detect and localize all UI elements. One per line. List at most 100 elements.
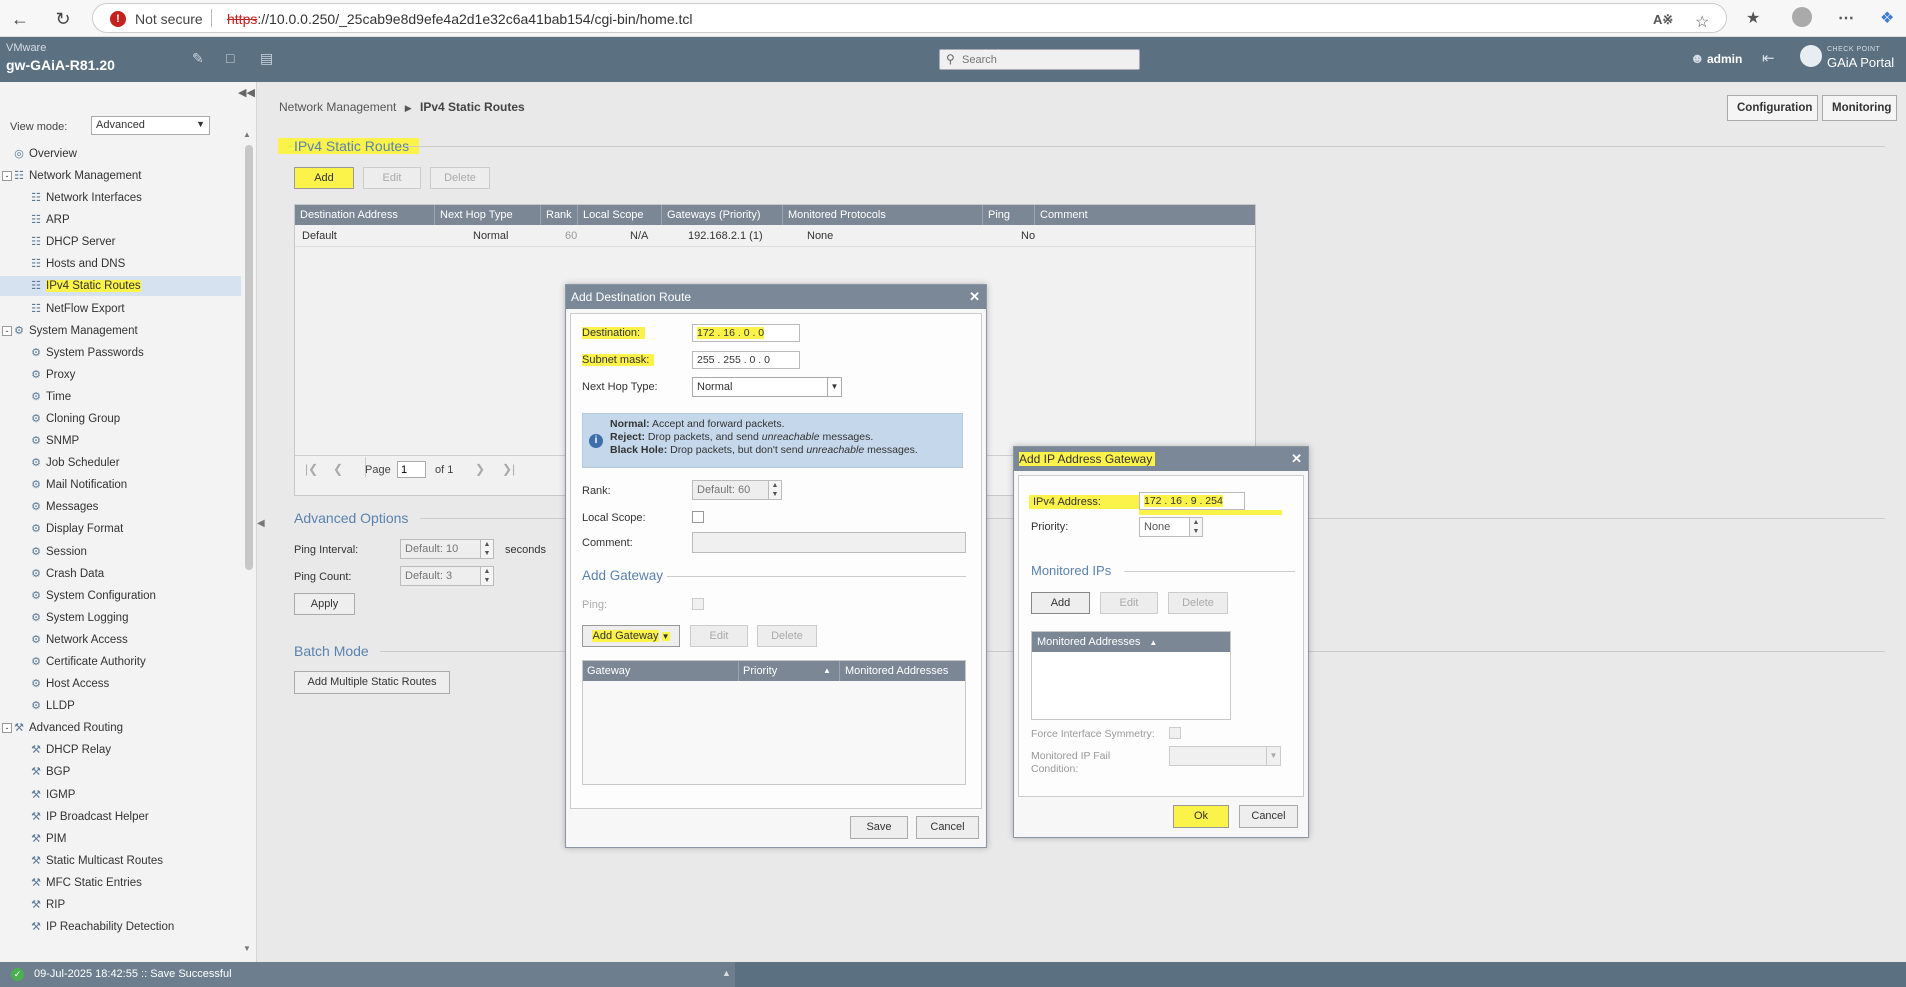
- status-panel[interactable]: ✓ 09-Jul-2025 18:42:55 :: Save Successfu…: [0, 962, 735, 987]
- sidebar-item-display-format[interactable]: ⚙ Display Format: [0, 519, 241, 539]
- add-gateway-button[interactable]: Add Gateway ▼: [582, 625, 680, 647]
- table-row[interactable]: Default Normal 60 N/A 192.168.2.1 (1) No…: [295, 225, 1255, 247]
- sidebar-item-pim[interactable]: ⚒ PIM: [0, 829, 241, 849]
- destination-ip-input[interactable]: 172 . 16 . 0 . 0: [692, 324, 800, 342]
- col-gateway[interactable]: Gateway: [587, 661, 630, 681]
- close-icon[interactable]: ✕: [969, 285, 980, 309]
- comment-input[interactable]: [692, 532, 966, 553]
- favorite-star-icon[interactable]: ☆: [1695, 12, 1709, 32]
- sidebar-item-arp[interactable]: ☷ ARP: [0, 210, 241, 230]
- delete-gateway-button[interactable]: Delete: [757, 625, 817, 647]
- sidebar-item-cloning-group[interactable]: ⚙ Cloning Group: [0, 409, 241, 429]
- sidebar-item-mail-notification[interactable]: ⚙ Mail Notification: [0, 475, 241, 495]
- col-monitored-protocols[interactable]: Monitored Protocols: [783, 205, 983, 225]
- local-scope-checkbox[interactable]: [692, 511, 704, 523]
- sidebar-item-ipv4-static-routes[interactable]: ☷ IPv4 Static Routes: [0, 276, 241, 297]
- apply-button[interactable]: Apply: [294, 593, 355, 615]
- sidebar-item-proxy[interactable]: ⚙ Proxy: [0, 365, 241, 385]
- sidebar-item-certificate-authority[interactable]: ⚙ Certificate Authority: [0, 652, 241, 672]
- sidebar-item-time[interactable]: ⚙ Time: [0, 387, 241, 407]
- save-button[interactable]: Save: [850, 816, 908, 839]
- view-mode-select[interactable]: Advanced ▼: [91, 116, 210, 135]
- sidebar-item-ip-broadcast-helper[interactable]: ⚒ IP Broadcast Helper: [0, 807, 241, 827]
- sidebar-item-network-access[interactable]: ⚙ Network Access: [0, 630, 241, 650]
- sidebar-item-system-passwords[interactable]: ⚙ System Passwords: [0, 343, 241, 363]
- col-gateways[interactable]: Gateways (Priority): [662, 205, 783, 225]
- next-page-icon[interactable]: ❯: [475, 462, 485, 476]
- priority-spinner[interactable]: ▲ ▼: [1189, 517, 1203, 537]
- sidebar-item-dhcp-server[interactable]: ☷ DHCP Server: [0, 232, 241, 252]
- collapse-sidebar-icon[interactable]: ◀◀: [238, 86, 255, 99]
- delete-monitored-ip-button[interactable]: Delete: [1168, 592, 1228, 614]
- sidebar-item-host-access[interactable]: ⚙ Host Access: [0, 674, 241, 694]
- not-secure-label[interactable]: Not secure: [135, 11, 203, 27]
- sidebar-item-network-interfaces[interactable]: ☷ Network Interfaces: [0, 188, 241, 208]
- delete-route-button[interactable]: Delete: [430, 167, 490, 189]
- prev-page-icon[interactable]: ❮: [333, 462, 343, 476]
- terminal-icon[interactable]: □: [226, 50, 234, 66]
- priority-input[interactable]: None: [1139, 517, 1191, 537]
- sidebar-item-snmp[interactable]: ⚙ SNMP: [0, 431, 241, 451]
- search-input[interactable]: [962, 52, 1132, 67]
- more-menu-icon[interactable]: ⋯: [1838, 8, 1854, 28]
- sidebar-item-bgp[interactable]: ⚒ BGP: [0, 762, 241, 782]
- read-aloud-icon[interactable]: A※: [1653, 12, 1673, 28]
- tree-collapse-icon[interactable]: -: [2, 723, 12, 734]
- add-multiple-routes-button[interactable]: Add Multiple Static Routes: [294, 671, 450, 694]
- sidebar-item-static-multicast-routes[interactable]: ⚒ Static Multicast Routes: [0, 851, 241, 871]
- ping-count-input[interactable]: [400, 566, 484, 586]
- sidebar-item-lldp[interactable]: ⚙ LLDP: [0, 696, 241, 716]
- col-destination[interactable]: Destination Address: [295, 205, 435, 225]
- profile-avatar-icon[interactable]: [1792, 7, 1812, 27]
- ping-interval-spinner[interactable]: ▲ ▼: [480, 539, 494, 559]
- sidebar-item-advanced-routing[interactable]: - ⚒ Advanced Routing: [0, 718, 241, 738]
- pencil-icon[interactable]: ✎: [192, 50, 204, 67]
- address-bar[interactable]: ! Not secure https://10.0.0.250/_25cab9e…: [92, 3, 1727, 33]
- sidebar-item-messages[interactable]: ⚙ Messages: [0, 497, 241, 517]
- edit-monitored-ip-button[interactable]: Edit: [1100, 592, 1158, 614]
- ping-interval-input[interactable]: [400, 539, 484, 559]
- page-number-input[interactable]: [397, 461, 426, 478]
- sidebar-item-network-management[interactable]: - ☷ Network Management: [0, 166, 241, 186]
- next-hop-select[interactable]: Normal ▼: [692, 377, 842, 397]
- last-page-icon[interactable]: ❯|: [502, 462, 515, 476]
- col-next-hop[interactable]: Next Hop Type: [435, 205, 541, 225]
- configuration-button[interactable]: Configuration: [1727, 95, 1818, 121]
- add-monitored-ip-button[interactable]: Add: [1031, 592, 1090, 614]
- edit-gateway-button[interactable]: Edit: [690, 625, 748, 647]
- sidebar-item-job-scheduler[interactable]: ⚙ Job Scheduler: [0, 453, 241, 473]
- ipv4-address-input[interactable]: 172 . 16 . 9 . 254: [1139, 492, 1245, 510]
- sidebar-item-system-management[interactable]: - ⚙ System Management: [0, 321, 241, 341]
- sidebar-item-crash-data[interactable]: ⚙ Crash Data: [0, 564, 241, 584]
- scroll-down-icon[interactable]: ▼: [243, 944, 251, 953]
- tree-collapse-icon[interactable]: -: [2, 325, 12, 336]
- sidebar-item-ip-reachability-detection[interactable]: ⚒ IP Reachability Detection: [0, 917, 241, 937]
- sidebar-item-overview[interactable]: ◎ Overview: [0, 144, 241, 164]
- sidebar-item-netflow-export[interactable]: ☷ NetFlow Export: [0, 299, 241, 319]
- scroll-up-icon[interactable]: ▲: [243, 130, 251, 139]
- monitored-addresses-header[interactable]: Monitored Addresses ▲: [1032, 632, 1230, 652]
- clipboard-icon[interactable]: ▤: [260, 50, 273, 67]
- splitter-handle-icon[interactable]: ◀: [257, 518, 265, 529]
- tree-collapse-icon[interactable]: -: [2, 171, 12, 181]
- favorites-icon[interactable]: ★: [1746, 8, 1760, 28]
- back-icon[interactable]: ←: [8, 7, 32, 31]
- sidebar-item-rip[interactable]: ⚒ RIP: [0, 895, 241, 915]
- sidebar-scrollbar[interactable]: [245, 145, 253, 570]
- reload-icon[interactable]: ↻: [51, 7, 75, 31]
- ping-checkbox[interactable]: [692, 598, 704, 610]
- breadcrumb-parent[interactable]: Network Management: [279, 100, 396, 114]
- monitoring-button[interactable]: Monitoring: [1822, 95, 1897, 121]
- sidebar-item-system-configuration[interactable]: ⚙ System Configuration: [0, 586, 241, 606]
- sidebar-item-hosts-and-dns[interactable]: ☷ Hosts and DNS: [0, 254, 241, 274]
- rank-input[interactable]: [692, 480, 772, 500]
- sidebar-item-igmp[interactable]: ⚒ IGMP: [0, 785, 241, 805]
- ok-button[interactable]: Ok: [1173, 805, 1229, 828]
- copilot-icon[interactable]: ❖: [1880, 8, 1894, 28]
- col-local-scope[interactable]: Local Scope: [578, 205, 662, 225]
- sidebar-item-dhcp-relay[interactable]: ⚒ DHCP Relay: [0, 740, 241, 760]
- ping-count-spinner[interactable]: ▲ ▼: [480, 566, 494, 586]
- first-page-icon[interactable]: |❮: [305, 462, 318, 476]
- expand-up-icon[interactable]: ▲: [722, 968, 731, 978]
- cancel-button[interactable]: Cancel: [916, 816, 979, 839]
